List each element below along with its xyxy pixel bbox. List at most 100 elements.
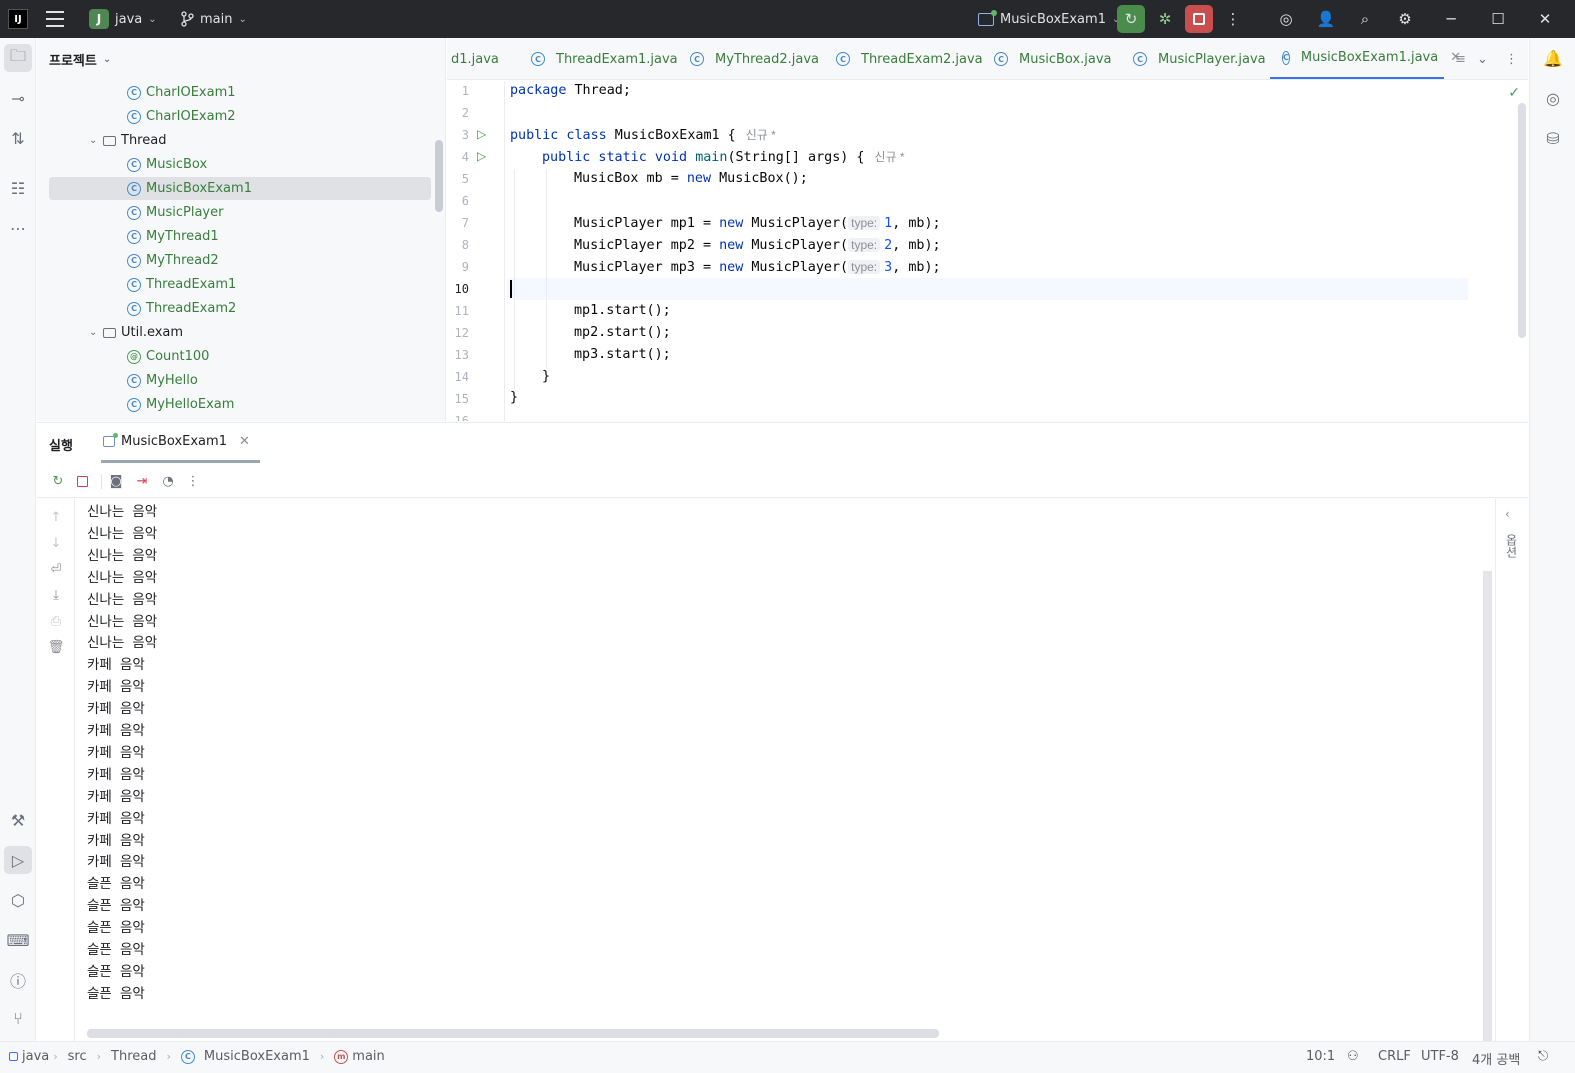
line-number: 13	[454, 348, 469, 362]
scroll-to-end-button[interactable]: ⤓	[46, 585, 66, 605]
run-tab-musicboxexam1[interactable]: MusicBoxExam1 ✕	[101, 423, 260, 463]
tab-d1-java[interactable]: d1.java	[451, 38, 499, 79]
services-tool-button[interactable]: ⬡	[4, 886, 32, 914]
no-problems-check-icon[interactable]: ✓	[1508, 85, 1520, 101]
project-tool-button[interactable]: 🗀	[4, 44, 32, 72]
search-button[interactable]: ⌕	[1351, 5, 1379, 33]
tab-musicplayer-java[interactable]: C MusicPlayer.java	[1133, 38, 1266, 79]
project-selector[interactable]: J java ⌄	[89, 8, 157, 30]
code-editor[interactable]: 1 2 3 4 5 6 7 8 9 10 11 12 13 14 15 16 ▷ ▷ package Thre…	[447, 81, 1528, 421]
structure-tool-button[interactable]: ☷	[4, 174, 32, 202]
screenshot-button[interactable]: ◙	[106, 471, 126, 491]
collapse-chevron-icon[interactable]: ‹	[1505, 507, 1510, 521]
scroll-down-button[interactable]: ↓	[46, 533, 66, 553]
project-scrollbar[interactable]	[435, 140, 443, 212]
run-main-gutter-icon[interactable]: ▷	[477, 149, 489, 163]
git-tool-button[interactable]: ⑂	[4, 1004, 32, 1032]
tree-item[interactable]: C ThreadExam1	[49, 273, 431, 296]
rerun-button[interactable]: ↻	[1117, 5, 1145, 33]
ai-assistant-button[interactable]: ◎	[1272, 5, 1300, 33]
tree-item[interactable]: ⌄ Thread	[49, 129, 431, 152]
code-text: , mb);	[892, 260, 941, 275]
tab-dropdown-icon[interactable]: ⌄	[1477, 38, 1488, 79]
notifications-button[interactable]: 🔔	[1539, 44, 1567, 72]
database-button[interactable]: ⛁	[1539, 124, 1567, 152]
build-tool-button[interactable]: ⚒	[4, 806, 32, 834]
console-vertical-scrollbar[interactable]	[1483, 571, 1492, 1041]
rerun-button[interactable]: ↻	[48, 471, 68, 491]
caret-position[interactable]: 10:1	[1306, 1049, 1335, 1064]
debug-button[interactable]: ✲	[1151, 5, 1179, 33]
tab-threadexam2-java[interactable]: C ThreadExam2.java	[836, 38, 983, 79]
run-tool-button[interactable]: ▷	[4, 846, 32, 874]
tab-mythread2-java[interactable]: C MyThread2.java	[690, 38, 819, 79]
commit-tool-button[interactable]: ⊸	[4, 84, 32, 112]
breadcrumb-java[interactable]: java	[22, 1049, 49, 1064]
line-separator[interactable]: CRLF	[1378, 1049, 1411, 1064]
new-badge[interactable]: 신규 *	[746, 128, 776, 142]
console-line: 신나는 음악	[87, 635, 158, 652]
soft-wrap-button[interactable]: ⏎	[46, 559, 66, 579]
pull-requests-tool-button[interactable]: ⇅	[4, 124, 32, 152]
tree-item[interactable]: ⌄ Util.exam	[49, 321, 431, 344]
stop-button[interactable]	[1185, 5, 1213, 33]
tree-item[interactable]: C ThreadExam2	[49, 297, 431, 320]
tab-musicbox-java[interactable]: C MusicBox.java	[994, 38, 1112, 79]
breadcrumb-musicboxexam1[interactable]: MusicBoxExam1	[204, 1049, 310, 1064]
problems-tool-button[interactable]: ⓘ	[4, 966, 32, 994]
expand-chevron-icon[interactable]: ⌄	[89, 327, 103, 338]
tree-item[interactable]: C CharIOExam1	[49, 81, 431, 104]
indent-setting[interactable]: 4개 공백	[1472, 1049, 1520, 1068]
tree-item[interactable]: C MusicBoxExam1	[49, 177, 431, 200]
print-button[interactable]: ⎙	[46, 611, 66, 631]
breadcrumb-main[interactable]: main	[352, 1049, 384, 1064]
expand-chevron-icon[interactable]: ⌄	[89, 135, 103, 146]
run-class-gutter-icon[interactable]: ▷	[477, 127, 489, 141]
settings-button[interactable]: ⚙	[1391, 5, 1419, 33]
tree-item[interactable]: C MyThread1	[49, 225, 431, 248]
branch-selector[interactable]: main ⌄	[180, 8, 247, 30]
minimize-button[interactable]: ─	[1438, 6, 1464, 32]
maximize-button[interactable]: ☐	[1485, 6, 1511, 32]
file-encoding[interactable]: UTF-8	[1421, 1049, 1459, 1064]
close-tab-icon[interactable]: ✕	[239, 434, 250, 449]
tree-item[interactable]: C CharIOExam2	[49, 105, 431, 128]
tab-threadexam1-java[interactable]: C ThreadExam1.java	[531, 38, 678, 79]
tree-item-label: MyThread1	[146, 229, 219, 244]
editor-scrollbar[interactable]	[1518, 103, 1526, 338]
console-horizontal-scrollbar[interactable]	[87, 1029, 939, 1038]
tab-list-icon[interactable]: ≡	[1455, 38, 1466, 79]
run-config-selector[interactable]: MusicBoxExam1 ⌄	[978, 8, 1120, 30]
more-actions-button[interactable]: ⋮	[1219, 5, 1247, 33]
tab-more-icon[interactable]: ⋮	[1505, 38, 1518, 79]
breadcrumb-src[interactable]: src	[68, 1049, 87, 1064]
ide-logo-icon[interactable]: IJ	[8, 9, 28, 29]
ai-chat-button[interactable]: ◎	[1539, 84, 1567, 112]
profiler-button[interactable]: ◔	[158, 471, 178, 491]
new-badge[interactable]: 신규 *	[875, 150, 905, 164]
structure-icon: ☷	[10, 178, 26, 198]
options-side-label[interactable]: 옵션	[1504, 534, 1520, 558]
tree-item[interactable]: C MyHello	[49, 369, 431, 392]
clear-console-button[interactable]: 🗑	[46, 637, 66, 657]
tree-item[interactable]: C MyThread2	[49, 249, 431, 272]
exit-button[interactable]: ⇥	[132, 471, 152, 491]
close-window-button[interactable]: ✕	[1532, 6, 1558, 32]
tree-item[interactable]: C MusicPlayer	[49, 201, 431, 224]
vcs-status-button[interactable]: ⚇	[1347, 1049, 1359, 1064]
scroll-up-button[interactable]: ↑	[46, 507, 66, 527]
terminal-tool-button[interactable]: ⌨	[4, 926, 32, 954]
tree-item[interactable]: C MyHelloExam	[49, 393, 431, 416]
tree-item[interactable]: @ Count100	[49, 345, 431, 368]
more-actions-button[interactable]: ⋮	[183, 471, 203, 491]
more-tools-button[interactable]: ⋯	[4, 214, 32, 242]
tab-musicboxexam1-java[interactable]: C MusicBoxExam1.java ✕	[1270, 38, 1461, 79]
project-panel-header[interactable]: 프로젝트 ⌄	[49, 50, 111, 69]
stop-icon	[76, 475, 88, 487]
breadcrumb-thread[interactable]: Thread	[111, 1049, 156, 1064]
main-menu-icon[interactable]	[44, 9, 66, 29]
stop-button[interactable]	[72, 471, 92, 491]
code-with-me-button[interactable]: 👤	[1312, 5, 1340, 33]
tree-item[interactable]: C MusicBox	[49, 153, 431, 176]
read-only-toggle[interactable]: ⎋	[1538, 1049, 1548, 1064]
